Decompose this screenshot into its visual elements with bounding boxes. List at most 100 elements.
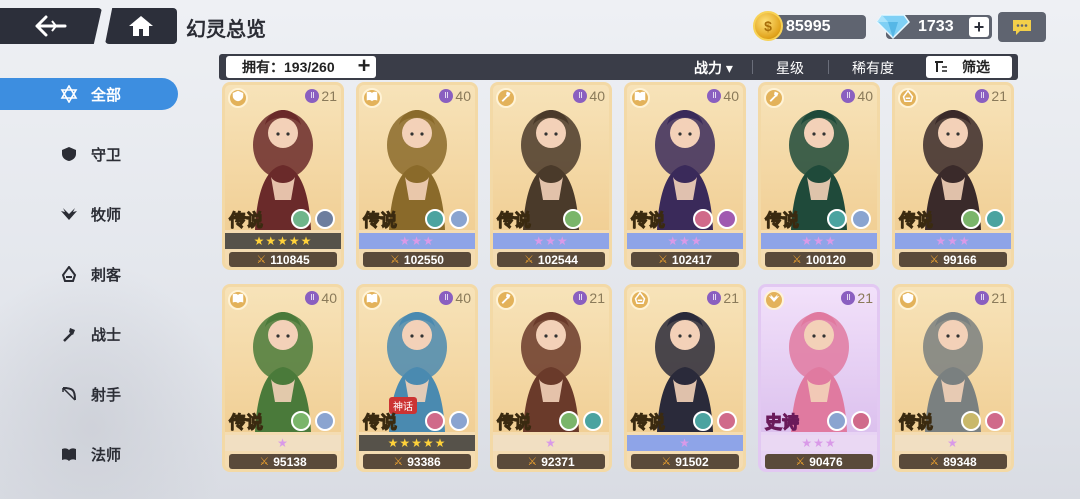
diamond-icon (876, 14, 910, 39)
rarity-label: 传说 (899, 413, 934, 433)
crossed-swords-icon: ⚔ (792, 254, 802, 266)
element-badge-icon (291, 411, 311, 431)
hero-card[interactable]: II 21 传说 ★ ⚔ 92371 (490, 284, 612, 472)
pause-level-icon: II (439, 89, 454, 103)
pause-level-icon: II (841, 291, 856, 305)
sort-by-star[interactable]: 星级 (776, 58, 804, 78)
sidebar-item-5[interactable]: 射手 (0, 378, 178, 410)
sidebar-item-label: 全部 (91, 86, 122, 104)
level-indicator: II 40 (841, 88, 873, 104)
power-display: ⚔ 92371 (497, 454, 605, 469)
level-indicator: II 40 (573, 88, 605, 104)
book-icon (630, 88, 650, 108)
hero-card[interactable]: II 40 传说 ★★★ ⚔ 100120 (758, 82, 880, 270)
bow-icon (60, 385, 78, 403)
element-badge-icon (851, 209, 871, 229)
expand-capacity-button[interactable]: + (354, 55, 374, 77)
power-display: ⚔ 102417 (631, 252, 739, 267)
element-badge-icon (315, 209, 335, 229)
power-value: 110845 (270, 252, 310, 267)
star-rating: ★ (225, 435, 341, 451)
gold-coin-icon: $ (753, 11, 783, 41)
pause-level-icon: II (975, 89, 990, 103)
pause-level-icon: II (707, 291, 722, 305)
star-rating: ★★★ (761, 435, 877, 451)
star-of-david-icon (60, 85, 78, 103)
hero-card[interactable]: II 21 传说 ★★★★★ ⚔ 110845 (222, 82, 344, 270)
hero-card[interactable]: II 21 传说 ★ ⚔ 91502 (624, 284, 746, 472)
rarity-label: 史诗 (765, 413, 800, 433)
hero-level: 40 (723, 88, 739, 104)
power-display: ⚔ 93386 (363, 454, 471, 469)
add-gems-button[interactable]: + (969, 17, 989, 37)
level-indicator: II 21 (975, 290, 1007, 306)
back-button[interactable] (0, 8, 102, 44)
hero-level: 21 (991, 88, 1007, 104)
hero-card[interactable]: II 21 传说 ★★★ ⚔ 99166 (892, 82, 1014, 270)
sidebar-item-4[interactable]: 战士 (0, 318, 178, 350)
sidebar-item-label: 射手 (91, 386, 122, 404)
hero-level: 21 (723, 290, 739, 306)
hero-level: 21 (991, 290, 1007, 306)
crossed-swords-icon: ⚔ (259, 456, 270, 468)
shield-icon (898, 290, 918, 310)
axe-icon (60, 325, 78, 343)
home-icon (129, 16, 153, 36)
crossed-swords-icon: ⚔ (524, 254, 534, 266)
element-badge-icon (961, 209, 981, 229)
hero-card[interactable]: II 21 史诗 ★★★ ⚔ 90476 (758, 284, 880, 472)
wings-icon (764, 290, 784, 310)
rarity-label: 传说 (229, 211, 264, 231)
rarity-label: 传说 (497, 211, 532, 231)
element-badge-icon (851, 411, 871, 431)
hero-level: 40 (321, 290, 337, 306)
star-rating: ★ (627, 435, 743, 451)
element-badge-icon (827, 209, 847, 229)
star-rating: ★★★ (761, 233, 877, 249)
power-value: 99166 (943, 252, 977, 267)
crossed-swords-icon: ⚔ (658, 254, 668, 266)
element-badge-icon (961, 411, 981, 431)
power-value: 89348 (943, 454, 977, 469)
sort-by-power[interactable]: 战力 ▾ (694, 58, 733, 78)
hero-card[interactable]: II 21 传说 ★ ⚔ 89348 (892, 284, 1014, 472)
sidebar-item-6[interactable]: 法师 (0, 438, 178, 470)
star-rating: ★★★ (895, 233, 1011, 249)
power-value: 102544 (537, 252, 578, 267)
hero-card[interactable]: II 40 神话 传说 ★★★★★ ⚔ 93386 (356, 284, 478, 472)
sort-by-rarity[interactable]: 稀有度 (852, 58, 894, 78)
pause-level-icon: II (305, 89, 320, 103)
star-rating: ★ (895, 435, 1011, 451)
crossed-swords-icon: ⚔ (661, 456, 672, 468)
hero-level: 40 (589, 88, 605, 104)
star-rating: ★★★★★ (225, 233, 341, 249)
home-button[interactable] (105, 8, 177, 44)
level-indicator: II 40 (439, 290, 471, 306)
crossed-swords-icon: ⚔ (929, 456, 940, 468)
axe-icon (496, 88, 516, 108)
book-icon (362, 88, 382, 108)
sidebar-item-2[interactable]: 牧师 (0, 198, 178, 230)
sidebar-item-3[interactable]: 刺客 (0, 258, 178, 290)
power-value: 100120 (805, 252, 846, 267)
pause-level-icon: II (305, 291, 320, 305)
sidebar-item-1[interactable]: 守卫 (0, 138, 178, 170)
shield-icon (60, 145, 78, 163)
pause-level-icon: II (707, 89, 722, 103)
hero-card[interactable]: II 40 传说 ★★★ ⚔ 102550 (356, 82, 478, 270)
power-display: ⚔ 110845 (229, 252, 337, 267)
hero-level: 40 (455, 290, 471, 306)
pause-level-icon: II (573, 291, 588, 305)
element-badge-icon (985, 209, 1005, 229)
hood-icon (898, 88, 918, 108)
crossed-swords-icon: ⚔ (256, 254, 267, 266)
star-rating: ★★★ (493, 233, 609, 249)
sidebar-item-0[interactable]: 全部 (0, 78, 178, 110)
hero-card[interactable]: II 40 传说 ★★★ ⚔ 102417 (624, 82, 746, 270)
filter-icon (935, 61, 947, 72)
chat-button[interactable] (998, 12, 1046, 42)
pause-level-icon: II (573, 89, 588, 103)
hero-card[interactable]: II 40 传说 ★ ⚔ 95138 (222, 284, 344, 472)
crossed-swords-icon: ⚔ (527, 456, 538, 468)
hero-card[interactable]: II 40 传说 ★★★ ⚔ 102544 (490, 82, 612, 270)
